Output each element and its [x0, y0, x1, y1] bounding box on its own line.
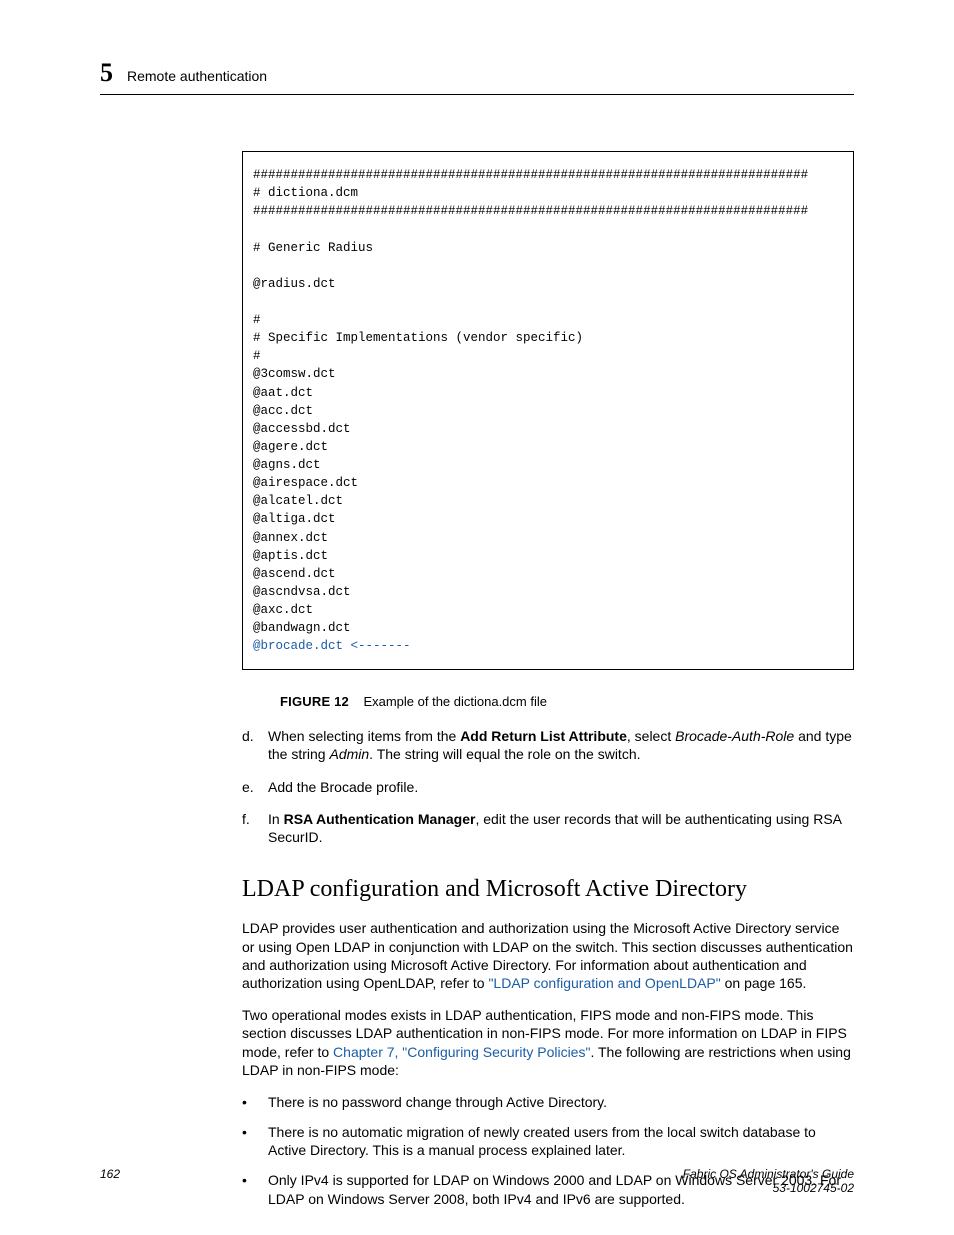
page-footer: 162 Fabric OS Administrator's Guide 53-1…: [100, 1167, 854, 1195]
step-body: Add the Brocade profile.: [268, 778, 854, 796]
section-heading: LDAP configuration and Microsoft Active …: [242, 874, 854, 905]
step-marker: e.: [242, 778, 268, 796]
code-line: #: [253, 313, 261, 327]
code-listing: ########################################…: [242, 151, 854, 670]
step-f: f. In RSA Authentication Manager, edit t…: [242, 810, 854, 846]
figure-text: Example of the dictiona.dcm file: [363, 694, 547, 709]
step-e: e. Add the Brocade profile.: [242, 778, 854, 796]
step-marker: d.: [242, 727, 268, 763]
step-body: When selecting items from the Add Return…: [268, 727, 854, 763]
footer-title: Fabric OS Administrator's Guide: [683, 1167, 854, 1181]
code-line: @radius.dct: [253, 277, 336, 291]
code-line: @aptis.dct: [253, 549, 328, 563]
paragraph: Two operational modes exists in LDAP aut…: [242, 1006, 854, 1079]
code-line: @annex.dct: [253, 531, 328, 545]
code-line: @agns.dct: [253, 458, 321, 472]
figure-caption: FIGURE 12 Example of the dictiona.dcm fi…: [280, 694, 854, 711]
code-line: @bandwagn.dct: [253, 621, 351, 635]
page-number: 162: [100, 1167, 120, 1195]
footer-right: Fabric OS Administrator's Guide 53-10027…: [683, 1167, 854, 1195]
code-line: @ascend.dct: [253, 567, 336, 581]
main-content: ########################################…: [242, 151, 854, 1208]
code-line: @acc.dct: [253, 404, 313, 418]
code-line-highlight: @brocade.dct <-------: [253, 639, 411, 653]
code-line: @aat.dct: [253, 386, 313, 400]
code-line: @agere.dct: [253, 440, 328, 454]
code-line: @altiga.dct: [253, 512, 336, 526]
figure-label: FIGURE 12: [280, 694, 349, 709]
code-line: #: [253, 349, 261, 363]
bullet-icon: •: [242, 1093, 268, 1111]
step-d: d. When selecting items from the Add Ret…: [242, 727, 854, 763]
list-item: • There is no password change through Ac…: [242, 1093, 854, 1111]
step-list: d. When selecting items from the Add Ret…: [242, 727, 854, 846]
step-marker: f.: [242, 810, 268, 846]
code-line: @alcatel.dct: [253, 494, 343, 508]
page-header: 5 Remote authentication: [100, 58, 854, 95]
paragraph: LDAP provides user authentication and au…: [242, 919, 854, 992]
code-line: # dictiona.dcm: [253, 186, 358, 200]
step-body: In RSA Authentication Manager, edit the …: [268, 810, 854, 846]
code-line: @airespace.dct: [253, 476, 358, 490]
code-line: ########################################…: [253, 204, 808, 218]
link-chapter-7[interactable]: Chapter 7, "Configuring Security Policie…: [333, 1044, 590, 1060]
bullet-icon: •: [242, 1123, 268, 1159]
chapter-title: Remote authentication: [127, 68, 267, 84]
chapter-number: 5: [100, 58, 113, 88]
bullet-text: There is no password change through Acti…: [268, 1093, 854, 1111]
footer-docnum: 53-1002745-02: [683, 1181, 854, 1195]
code-line: @ascndvsa.dct: [253, 585, 351, 599]
bullet-text: There is no automatic migration of newly…: [268, 1123, 854, 1159]
code-line: # Generic Radius: [253, 241, 373, 255]
code-line: @axc.dct: [253, 603, 313, 617]
list-item: • There is no automatic migration of new…: [242, 1123, 854, 1159]
code-line: ########################################…: [253, 168, 808, 182]
code-line: @accessbd.dct: [253, 422, 351, 436]
link-ldap-openldap[interactable]: "LDAP configuration and OpenLDAP": [488, 975, 720, 991]
code-line: @3comsw.dct: [253, 367, 336, 381]
code-line: # Specific Implementations (vendor speci…: [253, 331, 583, 345]
